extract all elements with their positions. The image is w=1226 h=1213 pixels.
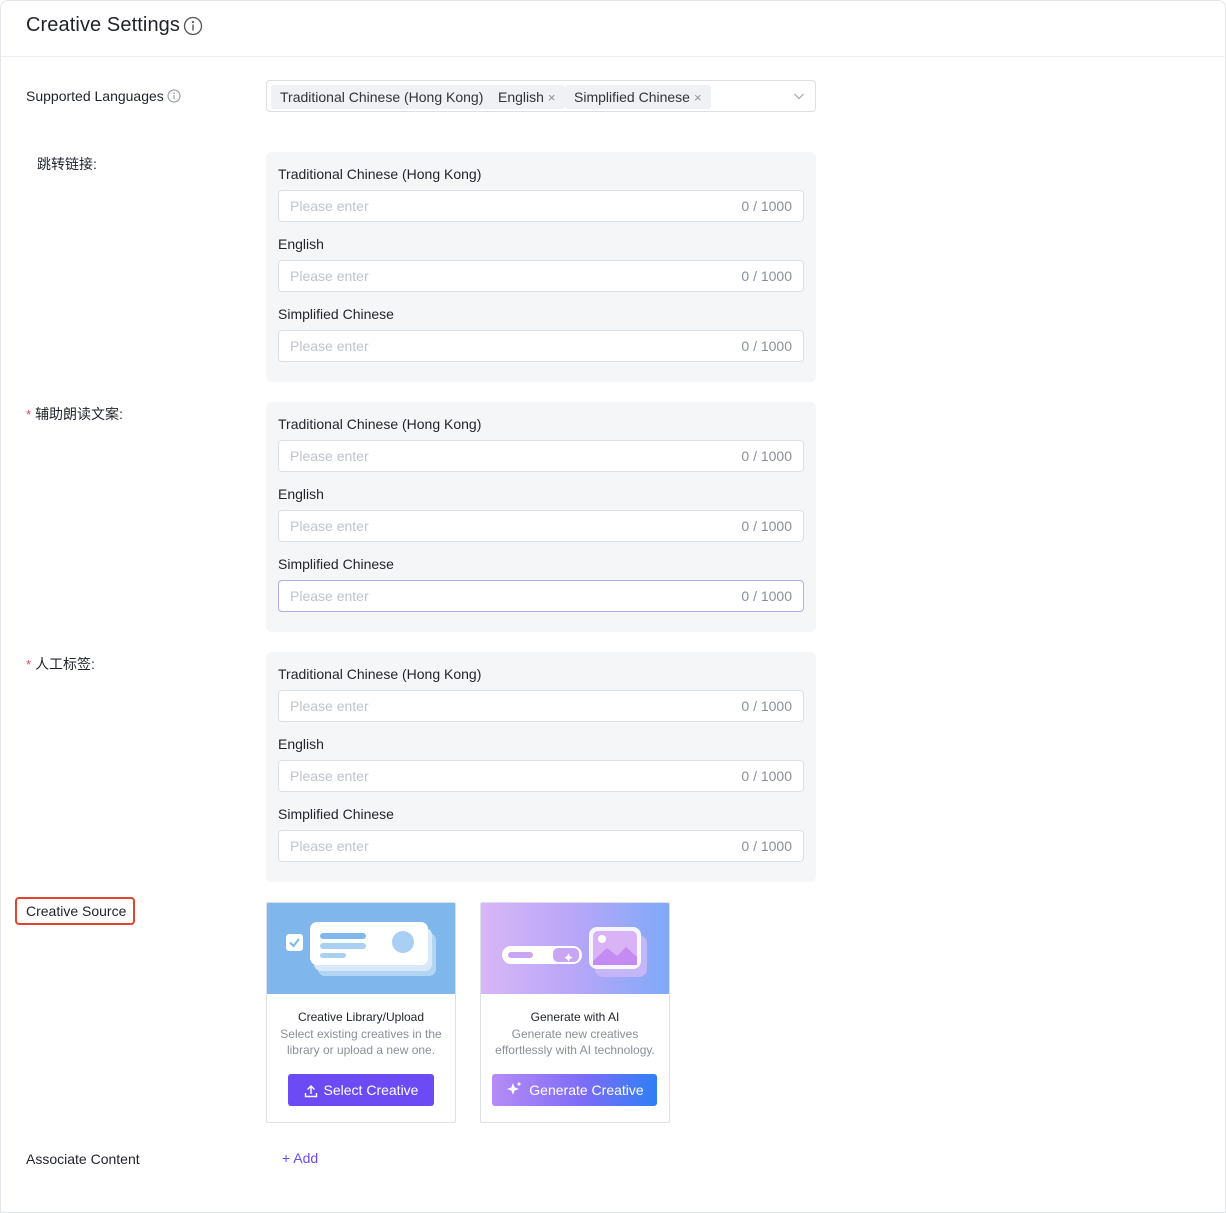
card-description: Generate new creatives effortlessly with… xyxy=(495,1027,655,1057)
required-mark: * xyxy=(26,407,32,422)
creative-library-card[interactable]: Creative Library/Upload Select existing … xyxy=(266,902,456,1123)
text-input[interactable] xyxy=(290,831,710,861)
supported-languages-text: Supported Languages xyxy=(26,88,164,104)
language-tag: Traditional Chinese (Hong Kong) xyxy=(271,85,493,109)
manual-tags-group: Traditional Chinese (Hong Kong) 0 / 1000… xyxy=(266,652,816,882)
text-input[interactable] xyxy=(290,191,710,221)
text-input[interactable] xyxy=(290,761,710,791)
field-label: Traditional Chinese (Hong Kong) xyxy=(278,416,482,432)
text-field[interactable]: 0 / 1000 xyxy=(278,580,804,612)
text-input[interactable] xyxy=(290,261,710,291)
char-counter: 0 / 1000 xyxy=(741,198,792,214)
text-field[interactable]: 0 / 1000 xyxy=(278,830,804,862)
manual-tags-text: 人工标签: xyxy=(35,656,95,672)
generate-ai-card[interactable]: Generate with AI Generate new creatives … xyxy=(480,902,670,1123)
remove-tag-icon[interactable]: × xyxy=(694,90,702,105)
language-tag-label: Simplified Chinese xyxy=(574,89,690,105)
char-counter: 0 / 1000 xyxy=(741,838,792,854)
card-title: Creative Library/Upload xyxy=(297,1010,425,1024)
text-field[interactable]: 0 / 1000 xyxy=(278,260,804,292)
text-input[interactable] xyxy=(290,581,710,611)
text-input[interactable] xyxy=(290,331,710,361)
creative-settings-panel: Creative Settings Supported Languages Tr… xyxy=(0,0,1226,1213)
text-input[interactable] xyxy=(290,511,710,541)
generate-ai-illustration xyxy=(481,903,669,994)
char-counter: 0 / 1000 xyxy=(741,268,792,284)
assistive-reading-group: Traditional Chinese (Hong Kong) 0 / 1000… xyxy=(266,402,816,632)
char-counter: 0 / 1000 xyxy=(741,768,792,784)
generate-creative-label: Generate Creative xyxy=(529,1082,644,1098)
field-label: Simplified Chinese xyxy=(278,306,394,322)
required-mark: * xyxy=(26,657,32,672)
language-tag-label: English xyxy=(498,89,544,105)
language-tag: English × xyxy=(489,85,565,109)
text-field[interactable]: 0 / 1000 xyxy=(278,190,804,222)
associate-content-label: Associate Content xyxy=(26,1151,140,1167)
text-field[interactable]: 0 / 1000 xyxy=(278,330,804,362)
info-icon[interactable] xyxy=(183,16,203,36)
upload-icon xyxy=(304,1085,317,1098)
panel-header: Creative Settings xyxy=(1,1,1226,57)
field-label: Traditional Chinese (Hong Kong) xyxy=(278,166,482,182)
char-counter: 0 / 1000 xyxy=(741,338,792,354)
sparkle-icon xyxy=(507,1081,522,1095)
field-label: Traditional Chinese (Hong Kong) xyxy=(278,666,482,682)
field-label: Simplified Chinese xyxy=(278,806,394,822)
char-counter: 0 / 1000 xyxy=(741,518,792,534)
text-field[interactable]: 0 / 1000 xyxy=(278,690,804,722)
char-counter: 0 / 1000 xyxy=(741,588,792,604)
text-field[interactable]: 0 / 1000 xyxy=(278,510,804,542)
assistive-reading-label: * 辅助朗读文案: xyxy=(26,404,123,424)
creative-source-label: Creative Source xyxy=(26,903,127,919)
chevron-down-icon[interactable] xyxy=(793,90,805,102)
char-counter: 0 / 1000 xyxy=(741,698,792,714)
field-label: English xyxy=(278,486,324,502)
add-content-link[interactable]: + Add xyxy=(282,1150,318,1166)
field-label: Simplified Chinese xyxy=(278,556,394,572)
field-label: English xyxy=(278,236,324,252)
text-input[interactable] xyxy=(290,691,710,721)
manual-tags-label: * 人工标签: xyxy=(26,654,95,674)
jump-link-group: Traditional Chinese (Hong Kong) 0 / 1000… xyxy=(266,152,816,382)
supported-languages-label: Supported Languages xyxy=(26,88,181,104)
language-tag-label: Traditional Chinese (Hong Kong) xyxy=(280,89,484,105)
field-label: English xyxy=(278,736,324,752)
jump-link-label: 跳转链接: xyxy=(37,156,97,172)
text-field[interactable]: 0 / 1000 xyxy=(278,760,804,792)
select-creative-button[interactable]: Select Creative xyxy=(288,1074,434,1106)
text-input[interactable] xyxy=(290,441,710,471)
language-tag: Simplified Chinese × xyxy=(565,85,711,109)
assistive-reading-text: 辅助朗读文案: xyxy=(35,406,123,422)
card-description: Select existing creatives in the library… xyxy=(280,1027,442,1057)
text-field[interactable]: 0 / 1000 xyxy=(278,440,804,472)
char-counter: 0 / 1000 xyxy=(741,448,792,464)
card-title: Generate with AI xyxy=(530,1010,620,1024)
select-creative-label: Select Creative xyxy=(323,1082,419,1098)
languages-multiselect[interactable]: Traditional Chinese (Hong Kong) English ×… xyxy=(266,80,816,112)
creative-library-illustration xyxy=(267,903,455,994)
page-title: Creative Settings xyxy=(26,14,180,36)
remove-tag-icon[interactable]: × xyxy=(548,90,556,105)
info-icon[interactable] xyxy=(167,89,181,103)
generate-creative-button[interactable]: Generate Creative xyxy=(492,1074,657,1106)
